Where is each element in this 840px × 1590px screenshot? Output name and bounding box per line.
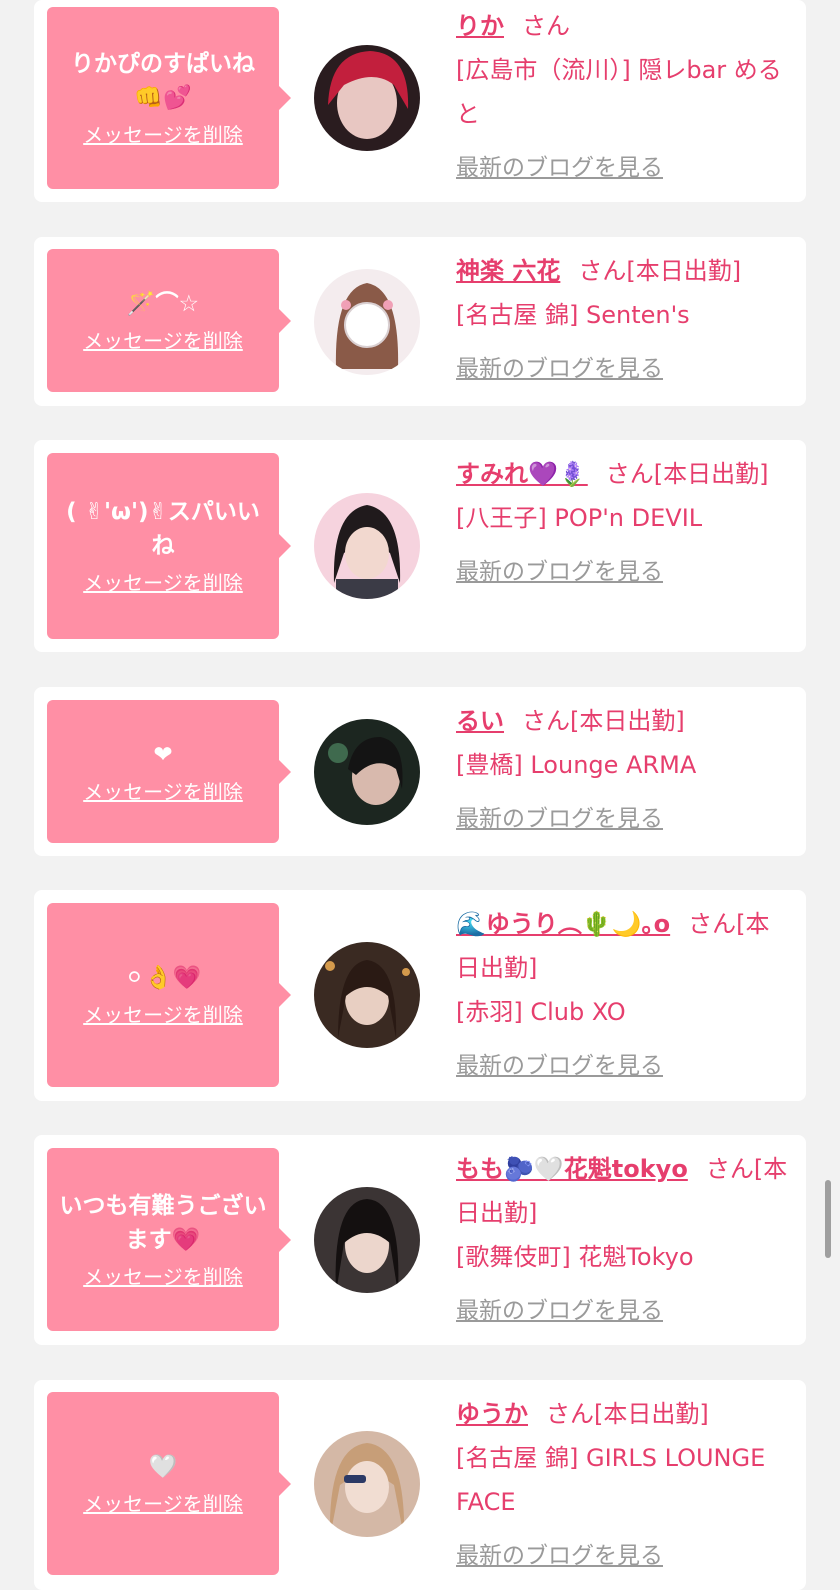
- cast-name-link[interactable]: りか: [456, 12, 504, 40]
- cast-name-link[interactable]: るい: [456, 707, 504, 735]
- scrollbar-thumb[interactable]: [825, 1180, 831, 1258]
- delete-message-link[interactable]: メッセージを削除: [83, 569, 243, 597]
- cast-name-link[interactable]: 🌊ゆうり︵🌵🌙｡o: [456, 910, 670, 938]
- shop-name: [八王子] POP'n DEVIL: [456, 504, 703, 532]
- delete-message-link[interactable]: メッセージを削除: [83, 1263, 243, 1291]
- shop-name: [名古屋 錦] Senten's: [456, 301, 690, 329]
- message-card: りかぴのすぱいね👊💕 メッセージを削除 りか さん [広島市（流川）] 隠レbar…: [34, 0, 806, 202]
- cast-info: 🌊ゆうり︵🌵🌙｡o さん[本日出勤] [赤羽] Club XO 最新のブログを見る: [456, 902, 791, 1088]
- cast-suffix: さん[本日出勤]: [546, 1400, 709, 1428]
- avatar[interactable]: [314, 1431, 420, 1537]
- avatar[interactable]: [314, 269, 420, 375]
- cast-name-link[interactable]: もも🫐🤍花魁tokyo: [456, 1155, 688, 1183]
- shop-name: [赤羽] Club XO: [456, 998, 626, 1026]
- latest-blog-link[interactable]: 最新のブログを見る: [456, 1534, 791, 1578]
- message-card: ( ✌︎'ω')✌︎スパいいね メッセージを削除 すみれ💜🪻 さん[本日出勤] […: [34, 440, 806, 652]
- cast-info: りか さん [広島市（流川）] 隠レbar めると 最新のブログを見る: [456, 4, 791, 190]
- message-bubble: りかぴのすぱいね👊💕 メッセージを削除: [47, 7, 291, 189]
- message-card: いつも有難うございます💗 メッセージを削除 もも🫐🤍花魁tokyo さん[本日出勤…: [34, 1135, 806, 1345]
- delete-message-link[interactable]: メッセージを削除: [83, 121, 243, 149]
- latest-blog-link[interactable]: 最新のブログを見る: [456, 797, 791, 841]
- cast-name-link[interactable]: 神楽 六花: [456, 257, 560, 285]
- cast-suffix: さん[本日出勤]: [605, 460, 769, 488]
- cast-info: もも🫐🤍花魁tokyo さん[本日出勤] [歌舞伎町] 花魁Tokyo 最新のブロ…: [456, 1147, 791, 1333]
- message-bubble: ( ✌︎'ω')✌︎スパいいね メッセージを削除: [47, 453, 291, 639]
- cast-suffix: さん[本日出勤]: [578, 257, 742, 285]
- cast-info: すみれ💜🪻 さん[本日出勤] [八王子] POP'n DEVIL 最新のブログを見…: [456, 452, 791, 594]
- latest-blog-link[interactable]: 最新のブログを見る: [456, 550, 791, 594]
- avatar[interactable]: [314, 942, 420, 1048]
- latest-blog-link[interactable]: 最新のブログを見る: [456, 1044, 791, 1088]
- cast-name-link[interactable]: ゆうか: [456, 1400, 528, 1428]
- delete-message-link[interactable]: メッセージを削除: [83, 778, 243, 806]
- message-text: ( ✌︎'ω')✌︎スパいいね: [66, 499, 260, 559]
- cast-suffix: さん[本日出勤]: [522, 707, 685, 735]
- avatar[interactable]: [314, 719, 420, 825]
- message-text: りかぴのすぱいね👊💕: [71, 51, 255, 111]
- message-bubble: ❤ メッセージを削除: [47, 700, 291, 843]
- message-text: いつも有難うございます💗: [59, 1192, 267, 1253]
- delete-message-link[interactable]: メッセージを削除: [83, 1490, 243, 1518]
- message-bubble: ⚪︎👌💗 メッセージを削除: [47, 903, 291, 1087]
- latest-blog-link[interactable]: 最新のブログを見る: [456, 146, 791, 190]
- avatar[interactable]: [314, 1187, 420, 1293]
- latest-blog-link[interactable]: 最新のブログを見る: [456, 1289, 791, 1333]
- shop-name: [広島市（流川）] 隠レbar めると: [456, 56, 782, 128]
- message-bubble: 🪄⌒☆ メッセージを削除: [47, 249, 291, 392]
- shop-name: [名古屋 錦] GIRLS LOUNGE FACE: [456, 1444, 766, 1516]
- message-text: ⚪︎👌💗: [124, 965, 202, 991]
- shop-name: [豊橋] Lounge ARMA: [456, 751, 697, 779]
- cast-info: ゆうか さん[本日出勤] [名古屋 錦] GIRLS LOUNGE FACE 最新…: [456, 1392, 791, 1578]
- message-text: 🪄⌒☆: [126, 290, 200, 317]
- message-bubble: 🤍 メッセージを削除: [47, 1392, 291, 1575]
- message-card: 🤍 メッセージを削除 ゆうか さん[本日出勤] [名古屋 錦] GIRLS LOU…: [34, 1380, 806, 1590]
- message-card: ❤ メッセージを削除 るい さん[本日出勤] [豊橋] Lounge ARMA 最…: [34, 687, 806, 856]
- delete-message-link[interactable]: メッセージを削除: [83, 1001, 243, 1029]
- avatar[interactable]: [314, 493, 420, 599]
- message-text: 🤍: [148, 1453, 178, 1480]
- cast-suffix: さん: [522, 12, 570, 40]
- cast-name-link[interactable]: すみれ💜🪻: [456, 460, 588, 488]
- message-card: 🪄⌒☆ メッセージを削除 神楽 六花 さん[本日出勤] [名古屋 錦] Sente…: [34, 237, 806, 406]
- message-card: ⚪︎👌💗 メッセージを削除 🌊ゆうり︵🌵🌙｡o さん[本日出勤] [赤羽] Clu…: [34, 890, 806, 1101]
- cast-info: るい さん[本日出勤] [豊橋] Lounge ARMA 最新のブログを見る: [456, 699, 791, 841]
- avatar[interactable]: [314, 45, 420, 151]
- latest-blog-link[interactable]: 最新のブログを見る: [456, 347, 791, 391]
- shop-name: [歌舞伎町] 花魁Tokyo: [456, 1243, 694, 1271]
- message-text: ❤: [153, 741, 173, 768]
- message-bubble: いつも有難うございます💗 メッセージを削除: [47, 1148, 291, 1331]
- delete-message-link[interactable]: メッセージを削除: [83, 327, 243, 355]
- cast-info: 神楽 六花 さん[本日出勤] [名古屋 錦] Senten's 最新のブログを見る: [456, 249, 791, 391]
